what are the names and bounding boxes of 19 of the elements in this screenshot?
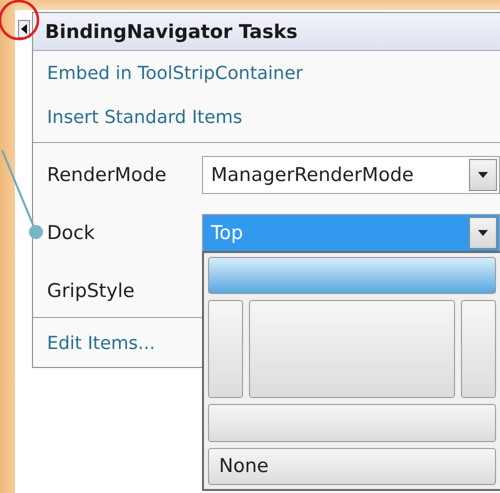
property-label: GripStyle [47,280,136,302]
dock-bottom-option[interactable] [208,404,496,442]
panel-title: BindingNavigator Tasks [33,13,500,51]
edit-items-link[interactable]: Edit Items... [33,321,156,365]
property-label: RenderMode [47,164,168,186]
left-triangle-icon [20,24,26,34]
property-label: Dock [47,222,96,244]
smart-tag-button[interactable] [18,20,30,38]
caret-icon [478,230,488,236]
task-link[interactable]: Embed in ToolStripContainer [33,51,303,95]
dock-fill-option[interactable] [248,300,456,398]
dock-none-option[interactable]: None [208,448,496,485]
dock-left-option[interactable] [208,300,243,398]
property-dropdown[interactable]: ManagerRenderMode [202,156,500,194]
dock-top-option[interactable] [208,257,496,294]
caret-icon [478,172,488,178]
property-dropdown[interactable]: Top [202,214,500,252]
task-link[interactable]: Insert Standard Items [33,95,242,139]
dock-right-option[interactable] [461,300,496,398]
